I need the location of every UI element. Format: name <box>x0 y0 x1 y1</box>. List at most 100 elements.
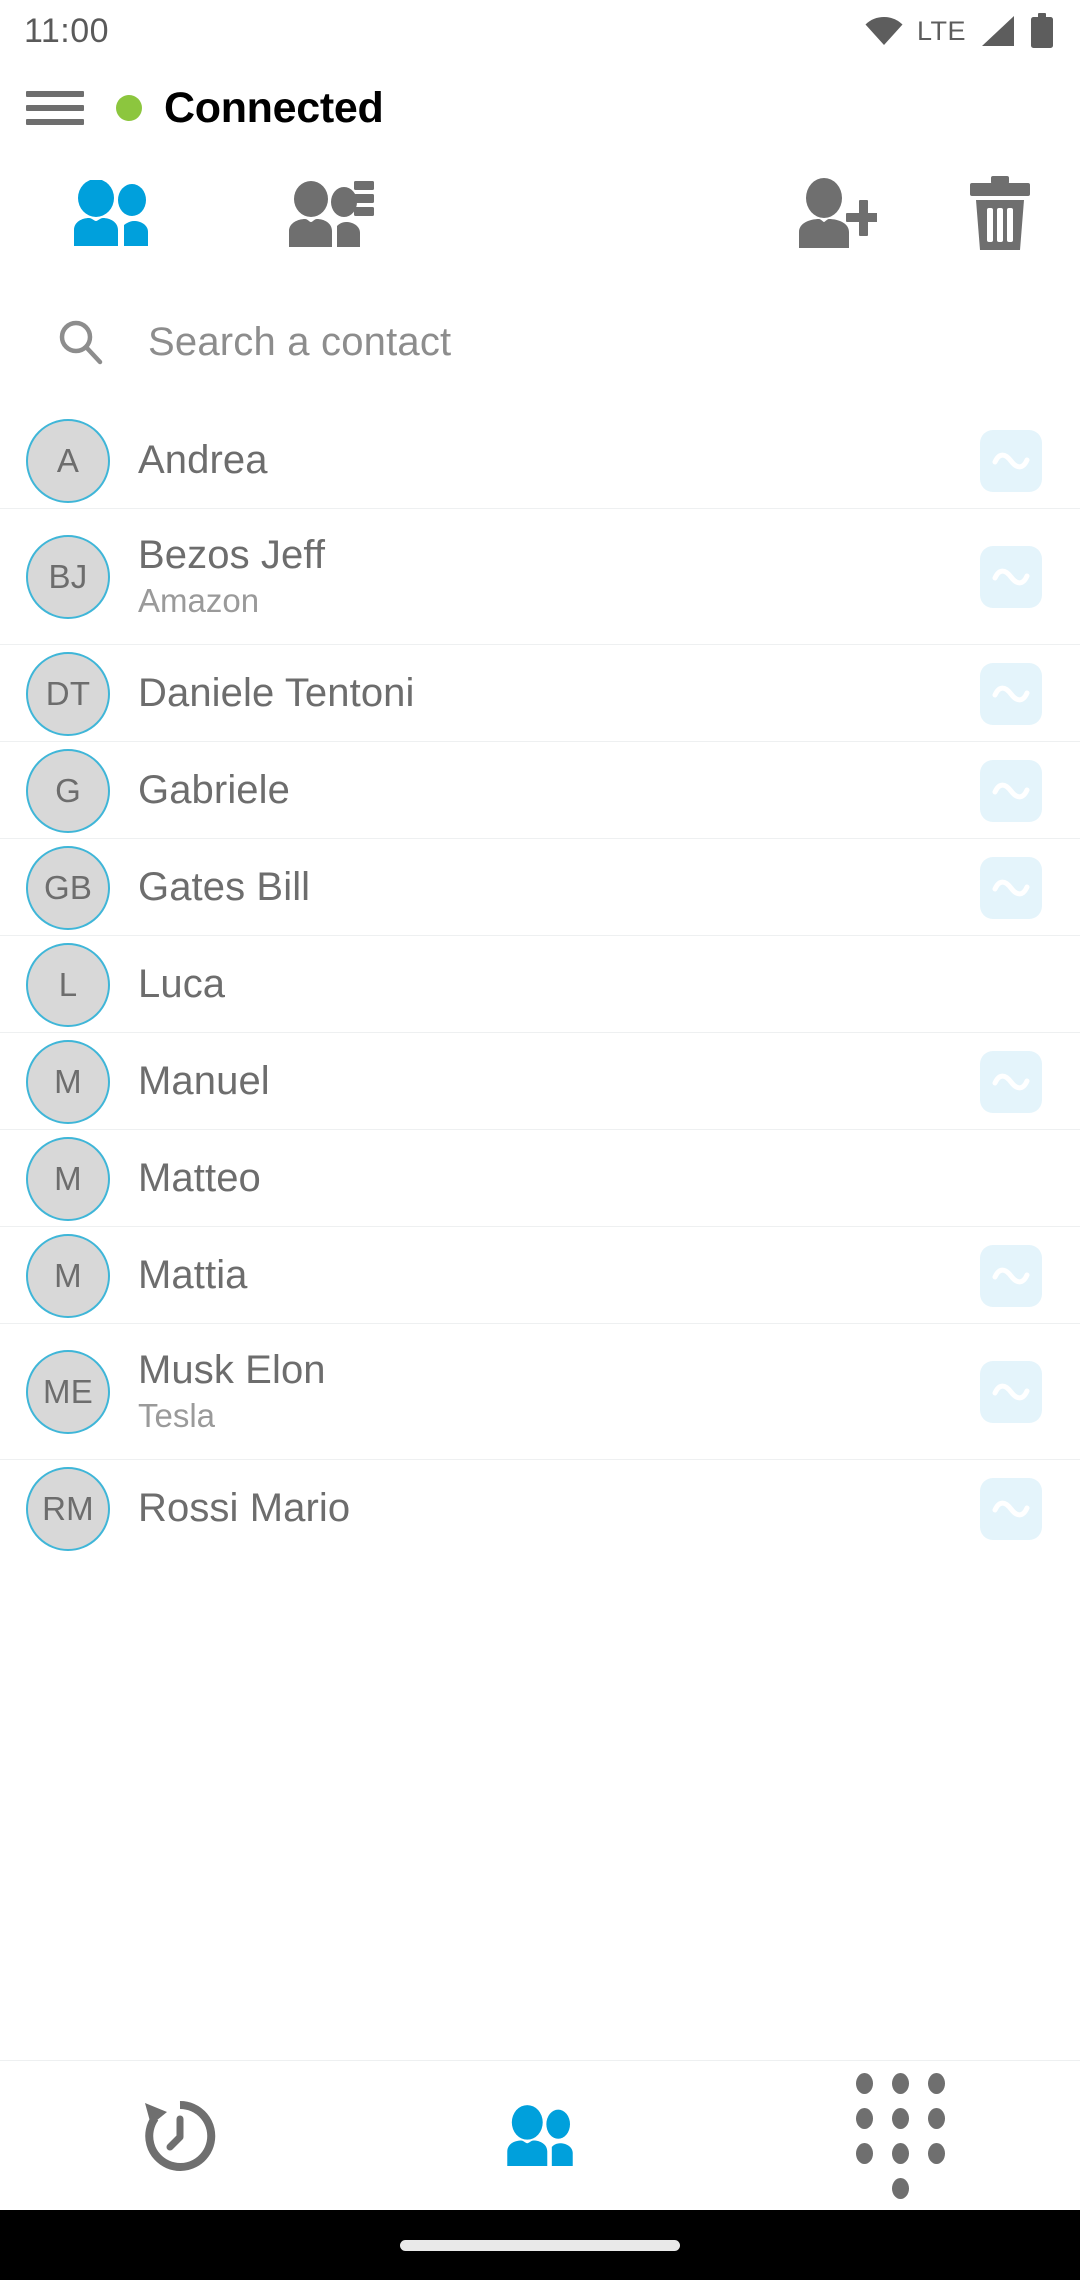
app-root: 11:00 LTE Connected Search a contact A A… <box>0 0 1080 2280</box>
contact-row[interactable]: RM Rossi Mario <box>0 1460 1080 1557</box>
avatar: GB <box>26 845 110 930</box>
contact-text: Andrea <box>138 437 980 482</box>
contact-name: Daniele Tentoni <box>138 670 415 715</box>
toolbar-local-contacts-button[interactable] <box>0 180 220 246</box>
contact-list[interactable]: A Andrea BJ Bezos Jeff Amazon DT Daniele Tento… <box>0 412 1080 2060</box>
nav-item-dialpad[interactable] <box>720 2072 1080 2199</box>
contact-row[interactable]: A Andrea <box>0 412 1080 509</box>
contact-text: Bezos Jeff Amazon <box>138 533 980 621</box>
nav-item-contacts[interactable] <box>360 2104 720 2168</box>
presence-status-button[interactable] <box>980 759 1042 822</box>
avatar: DT <box>26 651 110 736</box>
presence-status-button[interactable] <box>980 856 1042 919</box>
avatar-initials: GB <box>43 868 93 906</box>
gesture-navigation-bar <box>0 2210 1080 2280</box>
avatar: ME <box>26 1350 110 1434</box>
presence-status-placeholder <box>980 954 1042 1016</box>
contact-row[interactable]: DT Daniele Tentoni <box>0 645 1080 742</box>
contact-name: Matteo <box>138 1155 261 1200</box>
contact-row[interactable]: G Gabriele <box>0 742 1080 839</box>
toolbar-server-contacts-button[interactable] <box>220 179 440 247</box>
user-plus-icon <box>799 178 877 248</box>
contact-text: Mattia <box>138 1252 980 1297</box>
avatar-initials: ME <box>43 1373 93 1410</box>
signal-icon <box>982 16 1014 46</box>
contact-row[interactable]: M Manuel <box>0 1033 1080 1130</box>
contact-name: Mattia <box>138 1252 248 1297</box>
avatar-initials: L <box>58 965 78 1003</box>
home-indicator[interactable] <box>400 2239 680 2251</box>
two-users-icon <box>74 180 148 246</box>
presence-status-button[interactable] <box>980 1050 1042 1113</box>
contact-name: Manuel <box>138 1058 270 1103</box>
wave-tilde-icon <box>992 782 1030 799</box>
presence-status-button[interactable] <box>980 429 1042 492</box>
contact-text: Matteo <box>138 1155 980 1200</box>
contact-subtitle: Tesla <box>138 1396 216 1434</box>
contact-row[interactable]: M Mattia <box>0 1227 1080 1324</box>
presence-status-button[interactable] <box>980 1477 1042 1540</box>
contact-row[interactable]: BJ Bezos Jeff Amazon <box>0 509 1080 645</box>
avatar-initials: M <box>54 1062 82 1100</box>
contact-text: Daniele Tentoni <box>138 670 980 715</box>
search-input[interactable]: Search a contact <box>148 320 451 365</box>
presence-status-button[interactable] <box>980 662 1042 725</box>
contact-text: Rossi Mario <box>138 1485 980 1530</box>
contact-text: Luca <box>138 962 980 1006</box>
battery-icon <box>1031 13 1053 48</box>
toolbar-delete-contact-button[interactable] <box>920 176 1080 250</box>
contact-text: Gates Bill <box>138 865 980 909</box>
contact-name: Gabriele <box>138 767 290 812</box>
hamburger-menu-icon[interactable] <box>26 86 86 130</box>
nav-item-history[interactable] <box>0 2097 360 2175</box>
contact-row[interactable]: GB Gates Bill <box>0 839 1080 936</box>
wave-tilde-icon <box>992 452 1030 469</box>
toolbar-add-contact-button[interactable] <box>750 178 920 248</box>
history-clock-icon <box>145 2100 216 2171</box>
avatar-initials: RM <box>42 1489 94 1527</box>
status-bar-clock: 11:00 <box>24 11 110 50</box>
users-server-list-icon <box>289 181 374 247</box>
contact-name: Rossi Mario <box>138 1485 351 1530</box>
search-icon <box>59 320 103 365</box>
wave-tilde-icon <box>992 1500 1030 1517</box>
wave-tilde-icon <box>992 879 1030 896</box>
trash-icon <box>970 176 1030 250</box>
presence-status-placeholder <box>980 1148 1042 1210</box>
wave-tilde-icon <box>992 685 1030 702</box>
avatar: M <box>26 1233 110 1318</box>
presence-status-button[interactable] <box>980 1361 1042 1423</box>
contact-name: Musk Elon <box>138 1347 326 1392</box>
avatar: RM <box>26 1466 110 1551</box>
contact-text: Musk Elon Tesla <box>138 1347 980 1436</box>
avatar: L <box>26 942 110 1027</box>
avatar-initials: A <box>56 441 80 479</box>
connection-status-dot <box>116 95 142 121</box>
app-header: Connected <box>0 62 1080 154</box>
contacts-toolbar <box>0 154 1080 272</box>
network-type-label: LTE <box>916 15 966 46</box>
avatar-initials: DT <box>45 674 91 712</box>
presence-status-button[interactable] <box>980 1244 1042 1307</box>
avatar: M <box>26 1136 110 1221</box>
status-bar: 11:00 LTE <box>0 0 1080 62</box>
contact-text: Gabriele <box>138 767 980 812</box>
contact-text: Manuel <box>138 1058 980 1103</box>
contact-row[interactable]: ME Musk Elon Tesla <box>0 1324 1080 1460</box>
contact-row[interactable]: L Luca <box>0 936 1080 1033</box>
avatar: BJ <box>26 535 110 619</box>
wave-tilde-icon <box>992 1073 1030 1090</box>
connection-status-label: Connected <box>164 83 384 132</box>
contact-row[interactable]: M Matteo <box>0 1130 1080 1227</box>
presence-status-button[interactable] <box>980 546 1042 608</box>
avatar-initials: M <box>54 1256 82 1294</box>
wave-tilde-icon <box>992 1383 1030 1401</box>
search-bar[interactable]: Search a contact <box>0 272 1080 412</box>
bottom-navigation <box>0 2060 1080 2210</box>
dialpad-icon <box>855 2072 945 2199</box>
avatar-initials: G <box>55 771 81 809</box>
contact-subtitle: Amazon <box>138 581 260 619</box>
wave-tilde-icon <box>992 1267 1030 1284</box>
avatar: G <box>26 748 110 833</box>
contact-name: Andrea <box>138 437 268 482</box>
